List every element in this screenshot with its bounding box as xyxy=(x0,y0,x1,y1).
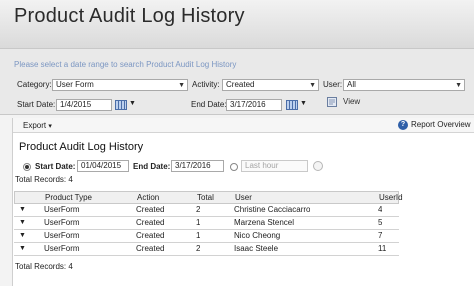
table-row[interactable]: ▼ UserForm Created 2 Christine Cacciacar… xyxy=(14,204,399,217)
user-value: All xyxy=(347,80,356,89)
userid-cell: 4 xyxy=(378,205,383,214)
userid-cell: 5 xyxy=(378,218,383,227)
activity-label: Activity: xyxy=(192,80,220,89)
start-date-label: Start Date: xyxy=(17,100,56,109)
page-header: Product Audit Log History xyxy=(0,0,474,48)
clock-icon[interactable] xyxy=(313,161,323,171)
view-button[interactable]: View xyxy=(327,96,361,110)
table-row[interactable]: ▼ UserForm Created 1 Marzena Stencel 5 xyxy=(14,217,399,230)
table-row[interactable]: ▼ UserForm Created 2 Isaac Steele 11 xyxy=(14,243,399,256)
report-start-label: Start Date: xyxy=(35,162,76,171)
product-type-cell: UserForm xyxy=(44,231,80,240)
product-type-cell: UserForm xyxy=(44,244,80,253)
view-icon xyxy=(327,97,337,107)
total-cell: 2 xyxy=(196,244,201,253)
report-toolbar: Export ▾ ? Report Overview xyxy=(13,118,474,133)
total-cell: 1 xyxy=(196,231,201,240)
date-range-radio[interactable] xyxy=(23,163,31,171)
relative-range-select[interactable]: Last hour xyxy=(241,160,308,172)
expand-row-icon[interactable]: ▼ xyxy=(19,204,26,216)
product-type-cell: UserForm xyxy=(44,205,80,214)
report-title: Product Audit Log History xyxy=(19,141,144,153)
user-cell: Marzena Stencel xyxy=(234,218,295,227)
expand-row-icon[interactable]: ▼ xyxy=(19,217,26,229)
chevron-down-icon: ▼ xyxy=(178,82,185,89)
relative-range-value: Last hour xyxy=(245,161,279,170)
instructions-text: Please select a date range to search Pro… xyxy=(14,60,237,69)
action-cell: Created xyxy=(136,231,165,240)
relative-range-radio[interactable] xyxy=(230,163,238,171)
category-label: Category: xyxy=(17,80,52,89)
export-label: Export xyxy=(23,121,47,130)
action-cell: Created xyxy=(136,218,165,227)
report-end-input[interactable]: 3/17/2016 xyxy=(171,160,224,172)
page-title: Product Audit Log History xyxy=(14,5,245,27)
chevron-down-icon: ▼ xyxy=(309,82,316,89)
view-label: View xyxy=(343,97,361,106)
report-overview-link[interactable]: Report Overview xyxy=(411,120,471,129)
report-start-input[interactable]: 01/04/2015 xyxy=(77,160,129,172)
end-date-input[interactable]: 3/17/2016 xyxy=(226,99,282,111)
user-label: User: xyxy=(323,80,343,89)
action-cell: Created xyxy=(136,244,165,253)
table-header: Product Type Action Total User UserId xyxy=(14,191,403,204)
calendar-icon xyxy=(115,100,127,110)
end-date-calendar-button[interactable]: ▼ xyxy=(286,99,307,111)
help-icon[interactable]: ? xyxy=(398,120,408,130)
chevron-down-icon: ▼ xyxy=(129,100,136,107)
expand-row-icon[interactable]: ▼ xyxy=(19,230,26,242)
total-records-top: Total Records: 4 xyxy=(15,175,73,184)
userid-cell: 7 xyxy=(378,231,383,240)
calendar-icon xyxy=(286,100,298,110)
product-type-cell: UserForm xyxy=(44,218,80,227)
start-date-input[interactable]: 1/4/2015 xyxy=(56,99,112,111)
expand-row-icon[interactable]: ▼ xyxy=(19,243,26,255)
chevron-down-icon: ▼ xyxy=(300,100,307,107)
total-cell: 1 xyxy=(196,218,201,227)
chevron-down-icon: ▾ xyxy=(48,123,52,130)
user-cell: Christine Cacciacarro xyxy=(234,205,311,214)
report-end-label: End Date: xyxy=(133,162,171,171)
total-records-bottom: Total Records: 4 xyxy=(15,262,73,271)
total-cell: 2 xyxy=(196,205,201,214)
chevron-down-icon: ▼ xyxy=(455,82,462,89)
end-date-label: End Date: xyxy=(191,100,227,109)
category-value: User Form xyxy=(56,80,94,89)
action-cell: Created xyxy=(136,205,165,214)
activity-select[interactable]: Created ▼ xyxy=(222,79,319,91)
category-select[interactable]: User Form ▼ xyxy=(52,79,188,91)
user-cell: Nico Cheong xyxy=(234,231,281,240)
activity-value: Created xyxy=(226,80,255,89)
export-menu[interactable]: Export ▾ xyxy=(23,121,52,130)
table-row[interactable]: ▼ UserForm Created 1 Nico Cheong 7 xyxy=(14,230,399,243)
user-select[interactable]: All ▼ xyxy=(343,79,465,91)
user-cell: Isaac Steele xyxy=(234,244,279,253)
start-date-calendar-button[interactable]: ▼ xyxy=(115,99,136,111)
userid-cell: 11 xyxy=(378,244,387,253)
